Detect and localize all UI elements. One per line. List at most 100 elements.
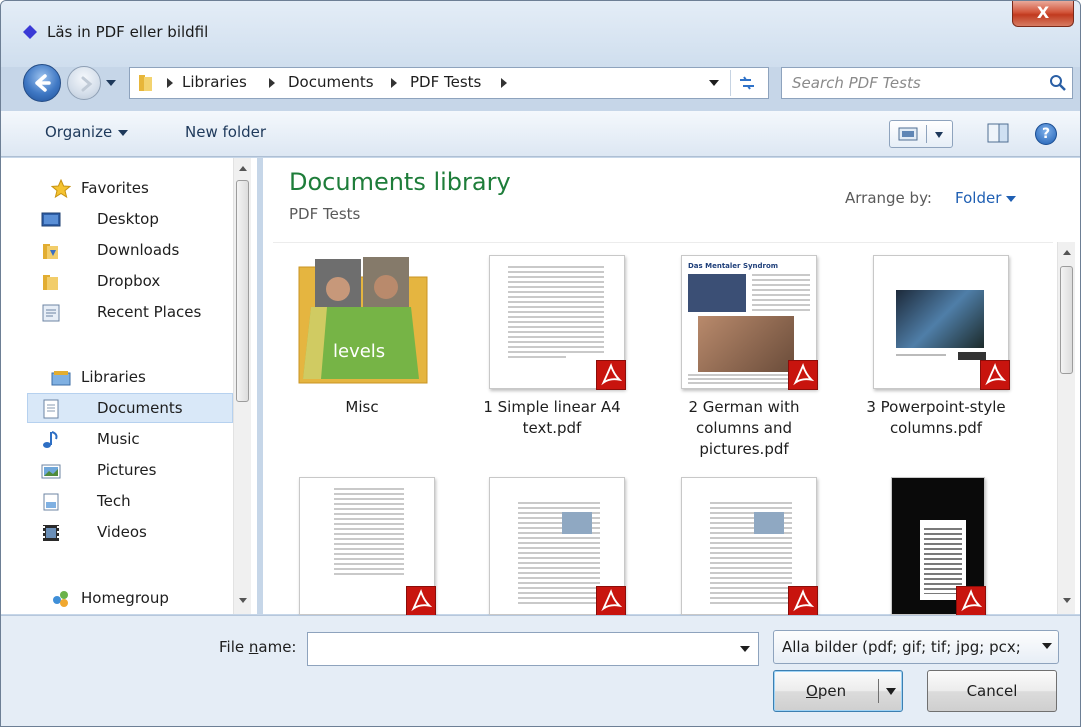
file-tile-misc[interactable]: levels Misc (277, 243, 447, 463)
refresh-button[interactable] (730, 70, 762, 96)
file-type-filter[interactable]: Alla bilder (pdf; gif; tif; jpg; pcx; (773, 630, 1059, 664)
nav-label: Libraries (81, 368, 146, 386)
text-lines (508, 266, 604, 361)
nav-recent-places[interactable]: Recent Places (27, 298, 233, 328)
chevron-down-icon (118, 129, 129, 136)
chevron-down-icon (1006, 195, 1017, 202)
search-icon[interactable] (1048, 73, 1068, 93)
nav-label: Music (97, 430, 140, 448)
recent-locations-dropdown-icon[interactable] (105, 78, 117, 88)
file-tile-pdf-8[interactable] (851, 465, 1021, 616)
pdf-thumbnail (489, 477, 626, 616)
file-open-dialog: Läs in PDF eller bildfil X Libraries Doc… (0, 0, 1081, 727)
scroll-up-arrow-icon[interactable] (239, 166, 247, 171)
file-name-input[interactable] (307, 632, 759, 666)
file-tile-german-columns[interactable]: Das Mentaler Syndrom 2 German with colum… (659, 243, 829, 463)
file-caption: 3 Powerpoint-style columns.pdf (866, 398, 1006, 437)
nav-dropbox[interactable]: Dropbox (27, 267, 233, 297)
open-button[interactable]: Open (773, 670, 903, 712)
nav-label: Pictures (97, 461, 157, 479)
pdf-icon (596, 360, 626, 390)
nav-music[interactable]: Music (27, 425, 233, 455)
content-pane: Documents library PDF Tests Arrange by: … (263, 158, 1080, 616)
refresh-icon (739, 76, 754, 90)
nav-videos[interactable]: Videos (27, 518, 233, 548)
chevron-down-icon[interactable] (740, 646, 750, 652)
open-options-dropdown-icon[interactable] (886, 688, 896, 695)
nav-desktop[interactable]: Desktop (27, 205, 233, 235)
scrollbar-thumb[interactable] (236, 180, 249, 402)
help-button[interactable]: ? (1035, 123, 1057, 145)
file-tile-simple-linear[interactable]: 1 Simple linear A4 text.pdf (467, 243, 637, 463)
organize-button[interactable]: Organize (45, 123, 129, 141)
folder-thumb-text: levels (333, 341, 385, 362)
breadcrumb-documents[interactable]: Documents (288, 73, 374, 91)
pdf-thumbnail (299, 477, 436, 616)
breadcrumb-separator-icon (167, 78, 173, 88)
navigation-pane: Favorites Desktop Downloads Dropbox Rece… (1, 158, 257, 614)
scrollbar-thumb[interactable] (1060, 266, 1073, 374)
file-tile-pdf-7[interactable] (659, 465, 829, 616)
videos-icon (43, 525, 59, 541)
nav-label: Recent Places (97, 303, 202, 321)
file-name-label: File name: (219, 638, 296, 656)
arrange-by-label: Arrange by: (845, 189, 932, 207)
arrange-by-dropdown[interactable]: Folder (955, 189, 1017, 207)
new-folder-button[interactable]: New folder (185, 123, 266, 141)
nav-documents[interactable]: Documents (27, 393, 233, 423)
file-tile-powerpoint-style[interactable]: 3 Powerpoint-style columns.pdf (851, 243, 1021, 463)
nav-label: Dropbox (97, 272, 161, 290)
nav-label: Homegroup (81, 589, 169, 607)
pdf-thumbnail (489, 255, 626, 390)
breadcrumb-separator-icon (391, 78, 397, 88)
address-bar[interactable]: Libraries Documents PDF Tests (129, 67, 769, 99)
address-dropdown-icon[interactable] (708, 78, 720, 88)
scroll-down-arrow-icon[interactable] (1063, 598, 1071, 603)
file-tile-pdf-6[interactable] (467, 465, 637, 616)
close-icon: X (1036, 3, 1050, 22)
scroll-up-arrow-icon[interactable] (1063, 250, 1071, 255)
nav-libraries[interactable]: Libraries (27, 363, 233, 393)
pdf-icon (788, 360, 818, 390)
folder-icon: levels (298, 257, 428, 384)
nav-label: Documents (97, 399, 183, 417)
file-caption: 1 Simple linear A4 text.pdf (483, 398, 621, 437)
file-tile-pdf-5[interactable] (277, 465, 447, 616)
pictures-icon (41, 464, 61, 479)
command-toolbar: Organize New folder ? (1, 111, 1080, 157)
nav-homegroup[interactable]: Homegroup (27, 584, 233, 614)
close-button[interactable]: X (1012, 1, 1074, 27)
chevron-down-icon (1042, 643, 1052, 649)
cancel-button[interactable]: Cancel (927, 670, 1057, 712)
breadcrumb-libraries[interactable]: Libraries (182, 73, 247, 91)
change-view-button[interactable] (889, 120, 953, 148)
nav-label: Favorites (81, 179, 149, 197)
scroll-down-arrow-icon[interactable] (239, 598, 247, 603)
content-scrollbar[interactable] (1057, 242, 1075, 614)
file-name-label-accel: n (248, 638, 259, 656)
nav-pane-scrollbar[interactable] (233, 158, 251, 614)
file-name-label-prefix: File (219, 638, 249, 656)
dialog-footer: File name: Alla bilder (pdf; gif; tif; j… (1, 615, 1080, 726)
nav-favorites[interactable]: Favorites (27, 174, 233, 204)
window-title: Läs in PDF eller bildfil (47, 23, 209, 41)
thumb-headline: Das Mentaler Syndrom (688, 262, 779, 270)
search-input[interactable]: Search PDF Tests (781, 67, 1073, 99)
back-button[interactable] (23, 64, 61, 102)
forward-button[interactable] (67, 66, 101, 100)
pdf-icon (980, 360, 1010, 390)
breadcrumb-pdf-tests[interactable]: PDF Tests (410, 73, 481, 91)
nav-label: Tech (97, 492, 131, 510)
nav-label: Videos (97, 523, 147, 541)
nav-tech[interactable]: Tech (27, 487, 233, 517)
text-lines (334, 488, 404, 578)
preview-pane-icon[interactable] (987, 123, 1009, 143)
view-icon (898, 127, 918, 141)
nav-pictures[interactable]: Pictures (27, 456, 233, 486)
nav-downloads[interactable]: Downloads (27, 236, 233, 266)
desktop-icon (41, 212, 61, 227)
library-subtitle: PDF Tests (289, 205, 361, 223)
pdf-thumbnail (891, 477, 986, 616)
search-placeholder: Search PDF Tests (792, 74, 921, 92)
title-bar: Läs in PDF eller bildfil X (1, 1, 1080, 67)
